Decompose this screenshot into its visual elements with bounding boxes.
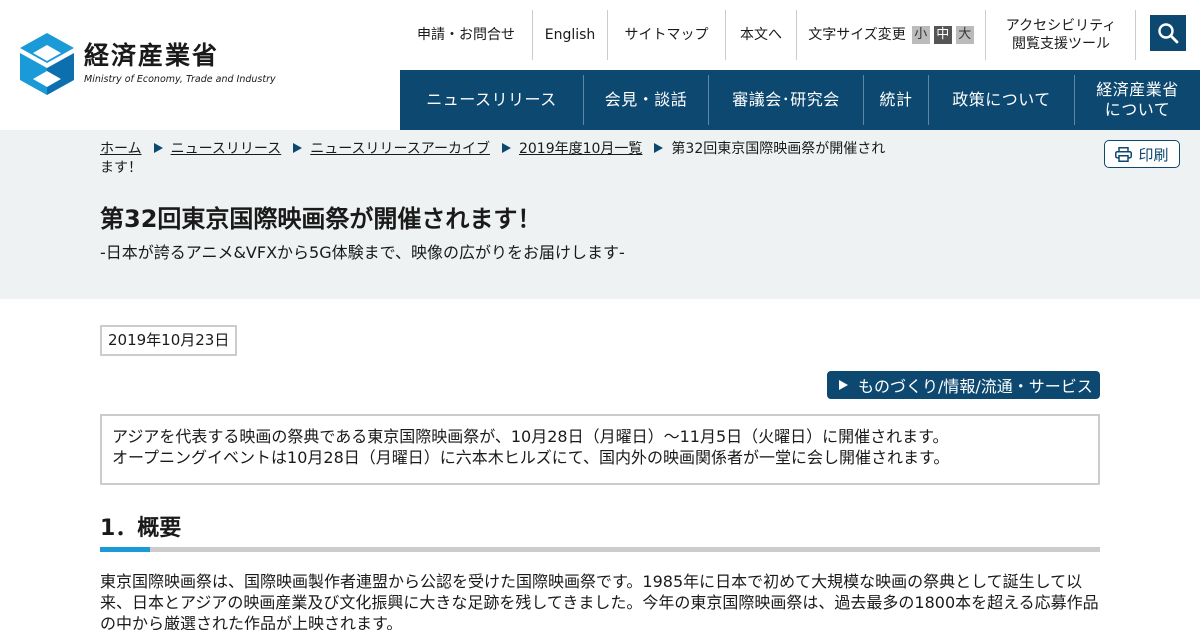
category-label: ものづくり/情報/流通・サービス: [858, 377, 1093, 396]
search-button[interactable]: [1150, 15, 1186, 51]
breadcrumb-news-release[interactable]: ニュースリリース: [171, 141, 282, 157]
nav-policy[interactable]: 政策について: [929, 70, 1074, 130]
breadcrumb-month[interactable]: 2019年度10月一覧: [519, 141, 642, 157]
section-body: 東京国際映画祭は、国際映画製作者連盟から公認を受けた国際映画祭です。1985年に…: [100, 572, 1099, 630]
global-nav: ニュースリリース 会見・談話 審議会･研究会 統計 政策について 経済産業省 に…: [400, 70, 1200, 130]
logo-text-jp: 経済産業省: [84, 41, 220, 70]
breadcrumb-arrow-icon: [293, 143, 303, 153]
breadcrumb-home[interactable]: ホーム: [100, 141, 142, 157]
nav-press-conference[interactable]: 会見・談話: [584, 70, 708, 130]
nav-council[interactable]: 審議会･研究会: [709, 70, 863, 130]
category-tag-link[interactable]: ものづくり/情報/流通・サービス: [827, 371, 1100, 399]
skip-to-content-link[interactable]: 本文へ: [726, 10, 796, 60]
summary-line: オープニングイベントは10月28日（月曜日）に六本木ヒルズにて、国内外の映画関係…: [112, 448, 950, 467]
util-divider: [1135, 10, 1136, 60]
accessibility-label-1: アクセシビリティ: [1005, 18, 1117, 34]
font-size-small-button[interactable]: 小: [911, 26, 930, 44]
breadcrumb-arrow-icon: [501, 143, 511, 153]
sitemap-link[interactable]: サイトマップ: [608, 10, 725, 60]
meti-logo[interactable]: 経済産業省 Ministry of Economy, Trade and Ind…: [20, 33, 276, 97]
section-heading: 1．概要: [100, 516, 182, 541]
nav-about-label-1: 経済産業省: [1096, 80, 1179, 99]
meti-logo-mark-icon: [20, 33, 74, 95]
release-date: 2019年10月23日: [100, 325, 238, 356]
breadcrumb-arrow-icon: [153, 143, 163, 153]
inquiry-link[interactable]: 申請・お問合せ: [400, 10, 532, 60]
breadcrumb: ホーム ニュースリリース ニュースリリースアーカイブ 2019年度10月一覧 第32回東…: [100, 140, 890, 178]
font-size-control: 文字サイズ変更 小 中 大: [797, 10, 985, 60]
font-size-label: 文字サイズ変更: [808, 27, 906, 43]
breadcrumb-arrow-icon: [654, 143, 664, 153]
nav-about-meti[interactable]: 経済産業省 について: [1075, 70, 1200, 130]
print-button[interactable]: 印刷: [1104, 140, 1180, 168]
nav-statistics[interactable]: 統計: [864, 70, 928, 130]
nav-news-release[interactable]: ニュースリリース: [400, 70, 583, 130]
font-size-large-button[interactable]: 大: [955, 26, 974, 44]
page-title: 第32回東京国際映画祭が開催されます！: [100, 205, 542, 233]
section-heading-underline: [100, 547, 1100, 552]
nav-about-label-2: について: [1104, 100, 1171, 119]
print-label: 印刷: [1138, 145, 1169, 164]
printer-icon: [1115, 146, 1133, 162]
logo-text-en: Ministry of Economy, Trade and Industry: [84, 74, 276, 85]
accessibility-label-2: 閲覧支援ツール: [1012, 36, 1110, 52]
summary-box: アジアを代表する映画の祭典である東京国際映画祭が、10月28日（月曜日）～11月…: [100, 414, 1100, 485]
font-size-medium-button[interactable]: 中: [933, 26, 952, 44]
accessibility-tool-link[interactable]: アクセシビリティ 閲覧支援ツール: [986, 10, 1136, 60]
breadcrumb-archive[interactable]: ニュースリリースアーカイブ: [310, 141, 490, 157]
page-subtitle: -日本が誇るアニメ&VFXから5G体験まで、映像の広がりをお届けします-: [100, 243, 625, 262]
summary-line: アジアを代表する映画の祭典である東京国際映画祭が、10月28日（月曜日）～11月…: [112, 427, 949, 446]
english-link[interactable]: English: [533, 10, 607, 60]
section-heading-accent: [100, 547, 150, 552]
arrow-right-icon: [839, 380, 848, 390]
search-icon: [1158, 23, 1179, 44]
